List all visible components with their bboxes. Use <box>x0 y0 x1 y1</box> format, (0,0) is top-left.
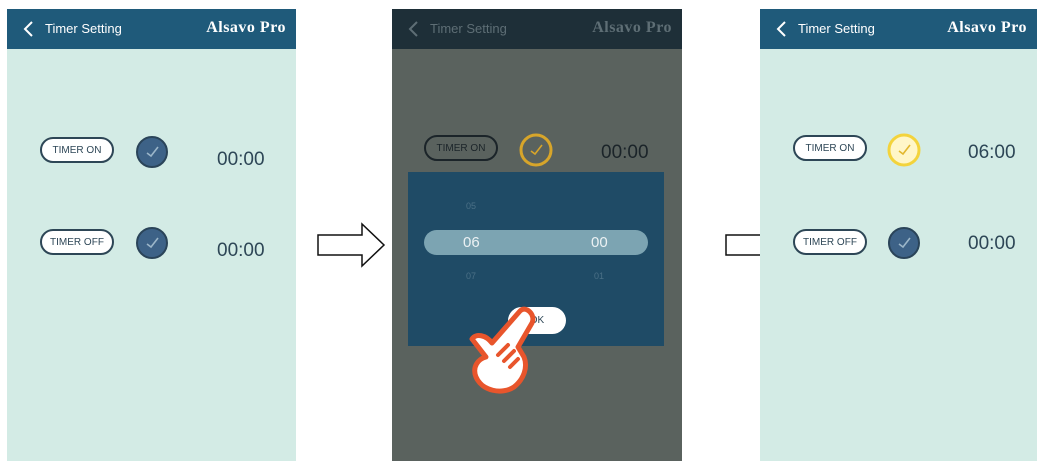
picker-selection-band <box>424 230 648 255</box>
page-title: Timer Setting <box>45 21 122 36</box>
timer-off-clock-icon[interactable] <box>887 226 921 260</box>
brand-logo: Alsavo Pro <box>592 19 672 36</box>
header-bar: Timer Setting Alsavo Pro <box>7 9 296 49</box>
timer-off-clock-icon[interactable] <box>135 226 169 260</box>
timer-on-time: 00:00 <box>217 149 265 170</box>
page-title: Timer Setting <box>430 21 507 36</box>
right-arrow-icon <box>317 222 386 268</box>
timer-off-button[interactable]: TIMER OFF <box>793 229 867 255</box>
pointing-hand-icon <box>469 306 536 394</box>
timer-on-button[interactable]: TIMER ON <box>424 135 498 161</box>
timer-on-button[interactable]: TIMER ON <box>793 135 867 161</box>
picker-minute-selected[interactable]: 00 <box>591 234 608 251</box>
back-arrow-icon[interactable] <box>772 19 792 39</box>
header-bar: Timer Setting Alsavo Pro <box>760 9 1037 49</box>
timer-off-button[interactable]: TIMER OFF <box>40 229 114 255</box>
picker-minute-below[interactable]: 01 <box>594 271 604 281</box>
picker-hour-selected[interactable]: 06 <box>463 234 480 251</box>
timer-on-time: 00:00 <box>601 142 649 163</box>
screen-initial: Timer Setting Alsavo Pro TIMER ON 00:00 … <box>7 9 296 461</box>
screen-time-picker: Timer Setting Alsavo Pro TIMER ON 00:00 … <box>392 9 682 461</box>
picker-hour-above[interactable]: 05 <box>466 201 476 211</box>
timer-on-button[interactable]: TIMER ON <box>40 137 114 163</box>
header-bar: Timer Setting Alsavo Pro <box>392 9 682 49</box>
brand-logo: Alsavo Pro <box>206 19 286 36</box>
back-arrow-icon[interactable] <box>19 19 39 39</box>
picker-hour-below[interactable]: 07 <box>466 271 476 281</box>
timer-on-clock-icon[interactable] <box>887 133 921 167</box>
brand-logo: Alsavo Pro <box>947 19 1027 36</box>
timer-on-clock-icon[interactable] <box>135 135 169 169</box>
screen-timer-set: Timer Setting Alsavo Pro TIMER ON 06:00 … <box>760 9 1037 461</box>
timer-off-time: 00:00 <box>968 233 1016 254</box>
timer-on-clock-icon[interactable] <box>519 133 553 167</box>
timer-on-time: 06:00 <box>968 142 1016 163</box>
timer-off-time: 00:00 <box>217 240 265 261</box>
back-arrow-icon[interactable] <box>404 19 424 39</box>
page-title: Timer Setting <box>798 21 875 36</box>
